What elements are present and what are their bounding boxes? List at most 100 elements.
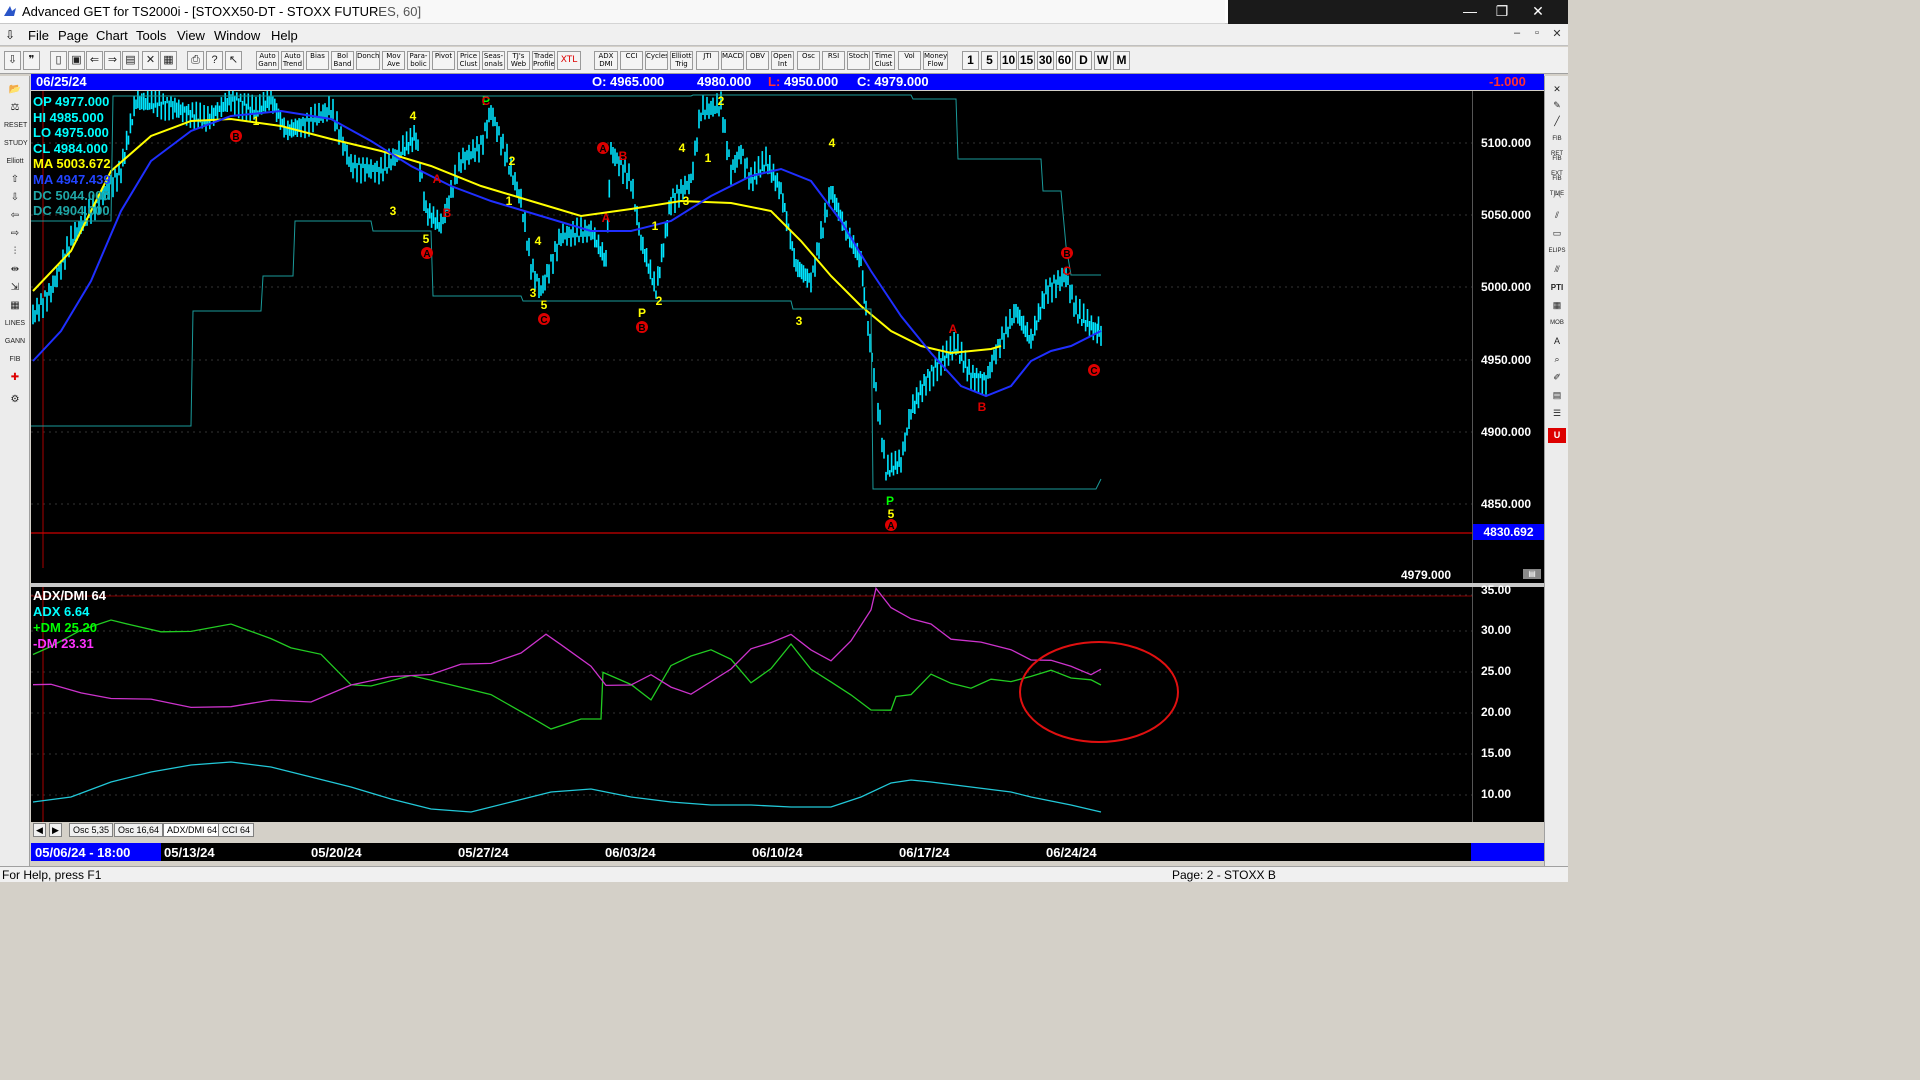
fib-ret-icon[interactable]: FIB RET (1548, 132, 1566, 157)
study-button-obv[interactable]: OBV (746, 51, 769, 70)
paint-icon[interactable]: ✐ (1548, 370, 1566, 385)
tab-adx-dmi-64[interactable]: ADX/DMI 64 (163, 823, 222, 837)
chart-settings-icon[interactable]: ▤ (1523, 569, 1541, 579)
tab-cci-64[interactable]: CCI 64 (218, 823, 255, 837)
period-button-d[interactable]: D (1075, 51, 1092, 70)
grid-tool-icon[interactable]: ▦ (1548, 298, 1566, 313)
period-button-m[interactable]: M (1113, 51, 1130, 70)
study-button-adx-dmi[interactable]: ADX DMI (594, 51, 618, 70)
period-button-1[interactable]: 1 (962, 51, 979, 70)
back-icon[interactable]: ⇐ (86, 51, 103, 70)
help-icon[interactable]: ? (206, 51, 223, 70)
tab-prev-button[interactable]: ◀ (33, 823, 46, 837)
study-button-osc[interactable]: Osc (797, 51, 820, 70)
gann-icon[interactable]: GANN (4, 334, 26, 349)
ellipse-icon[interactable]: ELIPS (1548, 244, 1566, 259)
study-button-cycles[interactable]: Cycles (645, 51, 668, 70)
period-button-5[interactable]: 5 (981, 51, 998, 70)
period-button-30[interactable]: 30 (1037, 51, 1054, 70)
fan-icon[interactable]: ⫽ (1548, 208, 1566, 223)
menu-file[interactable]: File (28, 28, 49, 43)
trendline-icon[interactable]: ╱ (1548, 114, 1566, 129)
expand-icon[interactable]: ⇲ (4, 280, 26, 295)
arc-icon[interactable]: ◠ (1548, 190, 1566, 205)
menu-window[interactable]: Window (214, 28, 260, 43)
mdi-close-icon[interactable]: ✕ (1548, 27, 1566, 43)
adx-dmi-pane[interactable]: ADX/DMI 64 ADX 6.64 +DM 25.20 -DM 23.31 (31, 586, 1544, 822)
tab-osc-5-35[interactable]: Osc 5,35 (69, 823, 114, 837)
fib-ext-icon[interactable]: FIB EXT (1548, 152, 1566, 177)
lines-icon[interactable]: LINES (4, 316, 26, 331)
menu-help[interactable]: Help (271, 28, 298, 43)
indicator-axis[interactable]: 35.00 30.00 25.00 20.00 15.00 10.00 (1472, 583, 1544, 822)
forward-icon[interactable]: ⇒ (104, 51, 121, 70)
fib-icon[interactable]: FIB (4, 352, 26, 367)
study-button-rsi[interactable]: RSI (822, 51, 845, 70)
mob-icon[interactable]: MOB (1548, 316, 1566, 331)
mdi-minimize-icon[interactable]: – (1508, 27, 1526, 43)
menu-page[interactable]: Page (58, 28, 88, 43)
period-button-15[interactable]: 15 (1018, 51, 1035, 70)
study-button-jti[interactable]: JTI (696, 51, 719, 70)
period-button-60[interactable]: 60 (1056, 51, 1073, 70)
study-button-stoch[interactable]: Stoch (847, 51, 870, 70)
fib-time-icon[interactable]: FIB TIME (1548, 172, 1566, 197)
rectangle-icon[interactable]: ▭ (1548, 226, 1566, 241)
study-button-mov-ave[interactable]: Mov Ave (382, 51, 405, 70)
study-button-elliott-trig[interactable]: Elliott Trig (670, 51, 693, 70)
open-chart-icon[interactable]: 📂 (4, 82, 26, 97)
magnet-icon[interactable]: U (1548, 428, 1566, 443)
study-button-macd[interactable]: MACD (721, 51, 744, 70)
study-button-bol-band[interactable]: Bol Band (331, 51, 354, 70)
settings-icon[interactable]: ⚙ (4, 392, 26, 407)
tab-osc-16-64[interactable]: Osc 16,64 (114, 823, 164, 837)
pencil-icon[interactable]: ✎ (1548, 98, 1566, 113)
down-arrow-icon[interactable]: ⇩ (4, 190, 26, 205)
page-icon[interactable]: ▤ (122, 51, 139, 70)
minimize-button[interactable]: — (1454, 0, 1486, 22)
mdi-restore-icon[interactable]: ▫ (1528, 27, 1546, 43)
study-button-pivot[interactable]: Pivot (432, 51, 455, 70)
period-button-10[interactable]: 10 (1000, 51, 1017, 70)
bars-icon[interactable]: ⫶ (4, 244, 26, 259)
pti-icon[interactable]: PTI (1548, 280, 1566, 295)
channel-icon[interactable]: ⫻ (1548, 262, 1566, 277)
magnify-icon[interactable]: ⌕ (1548, 352, 1566, 367)
right-arrow-icon[interactable]: ⇨ (4, 226, 26, 241)
print-icon[interactable]: ⎙ (187, 51, 204, 70)
elliott-icon[interactable]: Elliott (4, 154, 26, 169)
delete-icon[interactable]: ✕ (142, 51, 159, 70)
cursor-icon[interactable]: ⇩ (4, 51, 21, 70)
study-button-para-bolic[interactable]: Para-bolic (407, 51, 430, 70)
text-tool-icon[interactable]: A (1548, 334, 1566, 349)
open-icon[interactable]: ▣ (68, 51, 85, 70)
study-button-time-clust[interactable]: Time Clust (872, 51, 895, 70)
quote-icon[interactable]: ❞ (23, 51, 40, 70)
study-button-bias[interactable]: Bias (306, 51, 329, 70)
price-axis[interactable]: 5100.000 5050.000 5000.000 4950.000 4900.000… (1401, 91, 1544, 583)
new-icon[interactable]: ▯ (50, 51, 67, 70)
reset-icon[interactable]: RESET (4, 118, 27, 133)
study-button-xtl[interactable]: XTL (557, 51, 581, 70)
up-arrow-icon[interactable]: ⇧ (4, 172, 26, 187)
crosshair-icon[interactable]: ✚ (4, 370, 26, 385)
menu-tools[interactable]: Tools (136, 28, 166, 43)
study-button-auto-trend[interactable]: Auto Trend (281, 51, 304, 70)
study-button-trade-profile[interactable]: Trade Profile (532, 51, 555, 70)
study-button-donch[interactable]: Donch (356, 51, 380, 70)
table-icon[interactable]: ▦ (4, 298, 26, 313)
price-chart-pane[interactable]: 1B43AB5APC21435CABA1P2B321443P5AABBCC OP… (31, 88, 1544, 583)
layout-icon[interactable]: ▤ (1548, 388, 1566, 403)
study-button-auto-gann[interactable]: Auto Gann (256, 51, 279, 70)
close-button[interactable]: ✕ (1522, 0, 1554, 22)
maximize-button[interactable]: ❐ (1486, 0, 1518, 22)
tab-next-button[interactable]: ▶ (49, 823, 62, 837)
study-button-open-int[interactable]: Open Int (771, 51, 794, 70)
study-icon[interactable]: STUDY (4, 136, 28, 151)
study-button-seas-onals[interactable]: Seas-onals (482, 51, 505, 70)
study-button-vol[interactable]: Vol (898, 51, 921, 70)
zoom-icon[interactable]: ⇹ (4, 262, 26, 277)
period-button-w[interactable]: W (1094, 51, 1111, 70)
cross-tool-icon[interactable]: ✕ (1548, 82, 1566, 97)
scale-icon[interactable]: ⚖ (4, 100, 26, 115)
